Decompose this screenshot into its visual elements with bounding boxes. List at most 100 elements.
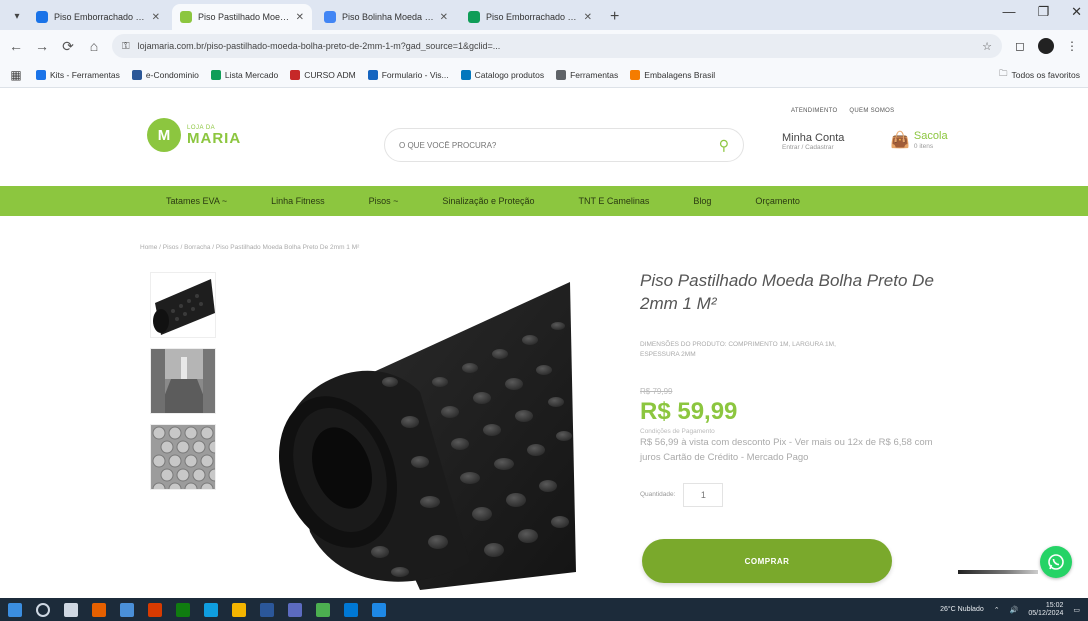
bookmark-item[interactable]: Lista Mercado: [210, 69, 278, 80]
search-input[interactable]: [399, 140, 719, 150]
app-icon[interactable]: [316, 602, 330, 617]
logo-mark-icon: M: [147, 118, 181, 152]
browser-menu-icon[interactable]: ⋮: [1064, 38, 1080, 54]
close-icon[interactable]: ✕: [584, 12, 592, 23]
bookmark-favicon-icon: [556, 69, 567, 80]
nav-item-linha-fitness[interactable]: Linha Fitness: [271, 196, 325, 206]
browser-tab-2[interactable]: Piso Pastilhado Moeda Bolha Pr... ✕: [172, 4, 312, 30]
cart-link[interactable]: 👜 Sacola 0 itens: [890, 130, 948, 150]
site-logo[interactable]: M LOJA DA MARIA: [147, 118, 241, 152]
bookmark-item[interactable]: Formulario - Vis...: [367, 69, 449, 80]
url-input[interactable]: ⚿ lojamaria.com.br/piso-pastilhado-moeda…: [112, 34, 1002, 58]
app-icon[interactable]: [288, 602, 302, 617]
product-short-description: DIMENSÕES DO PRODUTO: COMPRIMENTO 1M, LA…: [640, 340, 836, 358]
reload-icon[interactable]: ⟳: [60, 38, 76, 55]
chrome-icon[interactable]: [232, 602, 246, 617]
app-icon[interactable]: [344, 602, 358, 617]
bookmark-item[interactable]: Embalagens Brasil: [630, 69, 715, 80]
bookmark-star-icon[interactable]: ☆: [982, 40, 992, 53]
app-icon[interactable]: [120, 602, 134, 617]
search-icon[interactable]: ⚲: [719, 137, 729, 154]
browser-tab-4[interactable]: Piso Emborrachado Pastilhado... ✕: [460, 4, 600, 30]
bookmark-label: CURSO ADM: [304, 69, 356, 80]
tab-favicon-icon: [468, 11, 480, 23]
quantity-row: Quantidade: 1: [640, 482, 950, 507]
weather-widget[interactable]: 26°C Nublado: [940, 606, 984, 613]
bookmark-item[interactable]: CURSO ADM: [290, 69, 356, 80]
app-icon[interactable]: [176, 602, 190, 617]
category-nav: Tatames EVA ~ Linha Fitness Pisos ~ Sina…: [0, 186, 1088, 216]
bookmark-item[interactable]: Ferramentas: [556, 69, 619, 80]
firefox-icon[interactable]: [92, 602, 106, 617]
whatsapp-button[interactable]: [1040, 546, 1072, 578]
bookmark-favicon-icon: [36, 69, 46, 80]
task-view-icon[interactable]: [64, 602, 78, 617]
app-icon[interactable]: [372, 602, 386, 617]
breadcrumb[interactable]: Home / Pisos / Borracha / Piso Pastilhad…: [140, 244, 359, 251]
taskbar-clock[interactable]: 15:02 05/12/2024: [1028, 602, 1063, 617]
bookmark-item[interactable]: Kits - Ferramentas: [36, 69, 120, 80]
bookmarks-bar: ▦ Kits - Ferramentas e-Condominio Lista …: [0, 62, 1088, 88]
thumbnail-roll[interactable]: [150, 272, 216, 338]
product-title: Piso Pastilhado Moeda Bolha Preto De 2mm…: [640, 271, 934, 313]
bookmark-item[interactable]: e-Condominio: [131, 69, 199, 80]
word-icon[interactable]: [260, 602, 274, 617]
top-link-atendimento[interactable]: ATENDIMENTO: [791, 108, 837, 114]
top-link-quem-somos[interactable]: QUEM SOMOS: [849, 108, 894, 114]
installments-label: Condições de Pagamento: [640, 428, 715, 436]
installments-text: R$ 56,99 à vista com desconto Pix - Ver …: [640, 437, 933, 463]
top-links: ATENDIMENTO QUEM SOMOS: [791, 108, 894, 114]
back-icon[interactable]: ←: [8, 38, 24, 54]
browser-tab-1[interactable]: Piso Emborrachado Moeda... ✕: [28, 4, 168, 30]
bookmark-item[interactable]: Catalogo produtos: [460, 69, 545, 80]
browser-tab-3[interactable]: Piso Bolinha Moeda Preto... ✕: [316, 4, 456, 30]
product-thumbnails: [150, 272, 216, 490]
tab-search-icon[interactable]: ▾: [6, 2, 28, 30]
nav-item-orcamento[interactable]: Orçamento: [755, 196, 800, 206]
site-info-icon[interactable]: ⚿: [122, 41, 130, 52]
nav-item-blog[interactable]: Blog: [693, 196, 711, 206]
network-icon[interactable]: ⌃: [994, 606, 1000, 614]
forward-icon[interactable]: →: [34, 38, 50, 54]
profile-avatar[interactable]: [1038, 38, 1054, 54]
cart-count: 0 itens: [913, 142, 934, 150]
bookmark-label: e-Condominio: [145, 69, 199, 80]
nav-item-sinalizacao[interactable]: Sinalização e Proteção: [442, 196, 534, 206]
close-icon[interactable]: ✕: [296, 12, 304, 23]
close-window-icon[interactable]: ✕: [1071, 4, 1082, 20]
logo-text: LOJA DA MARIA: [187, 125, 241, 146]
quantity-input[interactable]: 1: [683, 482, 724, 507]
bookmark-label: Ferramentas: [570, 69, 619, 80]
volume-icon[interactable]: 🔊: [1010, 606, 1019, 614]
apps-grid-icon[interactable]: ▦: [8, 67, 24, 83]
search-taskbar-icon[interactable]: [36, 602, 50, 617]
logo-big-text: MARIA: [187, 129, 242, 147]
bookmark-favicon-icon: [131, 69, 142, 80]
extensions-icon[interactable]: ◻: [1012, 38, 1028, 54]
close-icon[interactable]: ✕: [440, 12, 448, 23]
close-icon[interactable]: ✕: [152, 12, 160, 23]
bookmark-label: Catalogo produtos: [474, 69, 545, 80]
thumbnail-texture[interactable]: [150, 424, 216, 490]
nav-item-tnt[interactable]: TNT E Camelinas: [578, 196, 649, 206]
product-info: Piso Pastilhado Moeda Bolha Preto De 2mm…: [640, 270, 950, 507]
app-icon[interactable]: [148, 602, 162, 617]
quantity-label: Quantidade:: [640, 491, 676, 499]
buy-button[interactable]: COMPRAR: [642, 539, 892, 583]
minimize-icon[interactable]: —: [1002, 4, 1015, 20]
product-main-image[interactable]: [270, 272, 580, 590]
maximize-icon[interactable]: ❐: [1037, 4, 1049, 20]
new-tab-button[interactable]: +: [610, 4, 619, 30]
notifications-icon[interactable]: ▭: [1073, 606, 1080, 614]
home-icon[interactable]: ⌂: [86, 38, 102, 54]
old-price: R$ 79,99: [640, 387, 673, 397]
account-link[interactable]: Minha Conta Entrar / Cadastrar: [782, 132, 844, 151]
url-text: lojamaria.com.br/piso-pastilhado-moeda-b…: [137, 41, 501, 51]
edge-icon[interactable]: [204, 602, 218, 617]
windows-start-icon[interactable]: [8, 602, 22, 617]
tab-title: Piso Bolinha Moeda Preto...: [342, 12, 436, 22]
nav-item-tatames-eva[interactable]: Tatames EVA ~: [166, 196, 227, 206]
all-bookmarks-button[interactable]: 🗀 Todos os favoritos: [999, 68, 1080, 82]
nav-item-pisos[interactable]: Pisos ~: [369, 196, 399, 206]
thumbnail-corridor[interactable]: [150, 348, 216, 414]
